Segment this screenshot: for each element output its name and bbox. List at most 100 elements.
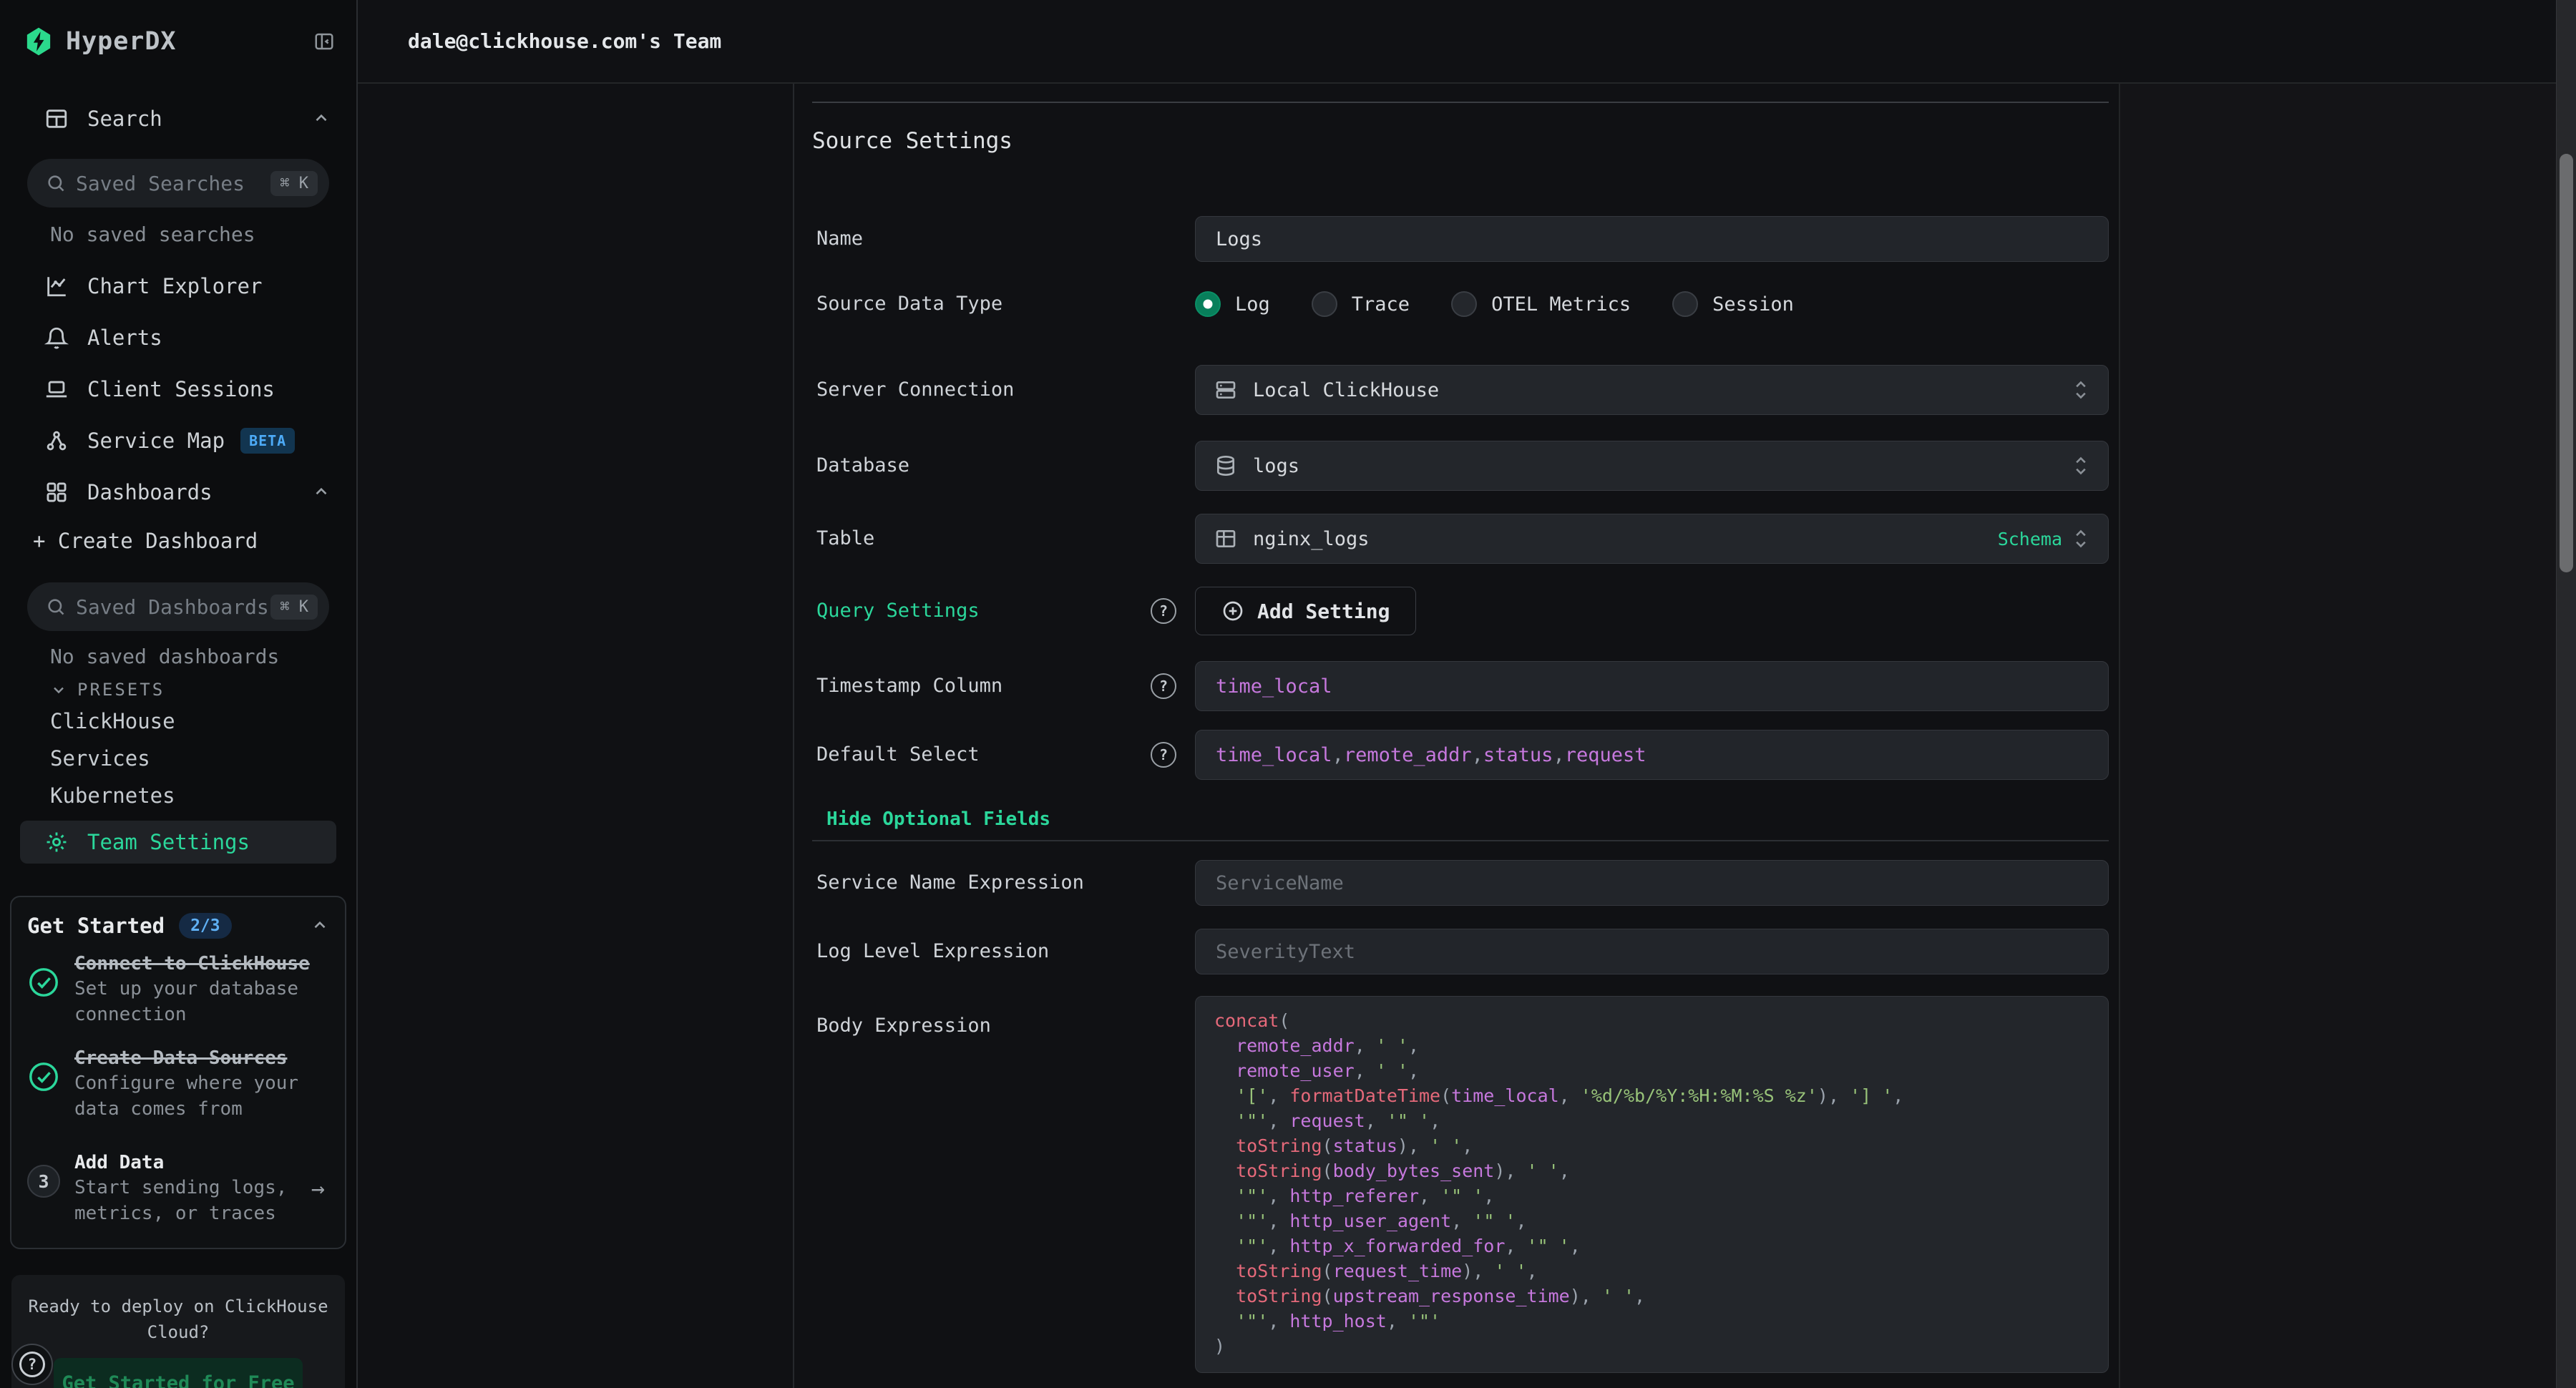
default-select-input[interactable]: time_local, remote_addr, status, request bbox=[1195, 730, 2109, 780]
form-row-table: Table nginx_logs Schema bbox=[812, 514, 2109, 564]
plus-circle-icon bbox=[1221, 600, 1244, 622]
radio-label: Trace bbox=[1352, 293, 1410, 316]
form-row-hide-optional: Hide Optional Fields bbox=[812, 807, 2109, 831]
bell-icon bbox=[44, 326, 69, 350]
scrollbar-thumb[interactable] bbox=[2560, 154, 2573, 572]
get-started-free-button[interactable]: Get Started for Free bbox=[54, 1358, 303, 1388]
server-icon bbox=[1214, 378, 1237, 401]
saved-dashboards-input[interactable]: ⌘ K bbox=[27, 582, 329, 631]
sidebar: HyperDX Search ⌘ K No saved searches bbox=[0, 0, 358, 1388]
form-row-log-level: Log Level Expression bbox=[812, 929, 2109, 974]
page-title: Source Settings bbox=[812, 127, 2109, 155]
service-name-input[interactable] bbox=[1195, 860, 2109, 906]
radio-label: Log bbox=[1235, 293, 1270, 316]
form-row-database: Database logs bbox=[812, 441, 2109, 491]
help-circle-icon[interactable]: ? bbox=[1151, 598, 1176, 624]
radio-option-otel-metrics[interactable]: OTEL Metrics bbox=[1451, 291, 1631, 317]
code-line: ) bbox=[1214, 1334, 2089, 1359]
get-started-header[interactable]: Get Started 2/3 bbox=[27, 912, 329, 940]
top-header: dale@clickhouse.com's Team bbox=[358, 0, 2576, 84]
get-started-title: Get Started bbox=[27, 914, 165, 938]
table-icon bbox=[1214, 527, 1237, 550]
presets-toggle[interactable]: PRESETS bbox=[0, 680, 356, 700]
form-row-default-select: Default Select ? time_local, remote_addr… bbox=[812, 730, 2109, 780]
service-name-label: Service Name Expression bbox=[816, 871, 1084, 895]
sidebar-item-chart-explorer[interactable]: Chart Explorer bbox=[0, 270, 356, 302]
help-circle-icon[interactable]: ? bbox=[1151, 673, 1176, 699]
radio-option-session[interactable]: Session bbox=[1672, 291, 1794, 317]
radio-unselected-icon[interactable] bbox=[1312, 291, 1337, 317]
radio-unselected-icon[interactable] bbox=[1451, 291, 1477, 317]
arrow-right-icon: → bbox=[311, 1175, 329, 1202]
get-started-step-2[interactable]: Create Data Sources Configure where your… bbox=[27, 1046, 329, 1122]
beta-badge: BETA bbox=[240, 428, 295, 454]
search-section-icon bbox=[44, 107, 69, 131]
form-row-timestamp-column: Timestamp Column ? time_local bbox=[812, 661, 2109, 711]
step-number-badge: 3 bbox=[27, 1165, 60, 1198]
source-data-type-radio-group: Log Trace OTEL Metrics Session bbox=[1195, 290, 2109, 318]
search-icon bbox=[46, 597, 66, 617]
main-area: dale@clickhouse.com's Team Source Settin… bbox=[358, 0, 2576, 1388]
step-title: Connect to ClickHouse bbox=[74, 952, 329, 976]
database-select[interactable]: logs bbox=[1195, 441, 2109, 491]
log-level-input[interactable] bbox=[1195, 929, 2109, 974]
hide-optional-fields-link[interactable]: Hide Optional Fields bbox=[826, 807, 1050, 831]
select-chevrons-icon bbox=[2071, 378, 2091, 402]
sidebar-item-label: Search bbox=[87, 107, 162, 131]
get-started-step-1[interactable]: Connect to ClickHouse Set up your databa… bbox=[27, 952, 329, 1027]
gear-icon bbox=[44, 830, 69, 854]
service-map-icon bbox=[44, 429, 69, 453]
page-scrollbar[interactable] bbox=[2556, 0, 2576, 1388]
name-label: Name bbox=[816, 227, 863, 251]
server-connection-select[interactable]: Local ClickHouse bbox=[1195, 365, 2109, 415]
sidebar-item-dashboards[interactable]: Dashboards bbox=[0, 476, 356, 508]
name-input[interactable] bbox=[1195, 216, 2109, 262]
table-select[interactable]: nginx_logs Schema bbox=[1195, 514, 2109, 564]
right-gutter bbox=[2120, 84, 2576, 1388]
sidebar-item-services[interactable]: Services bbox=[0, 746, 356, 771]
sidebar-item-label: Dashboards bbox=[87, 480, 213, 504]
radio-option-trace[interactable]: Trace bbox=[1312, 291, 1410, 317]
radio-selected-icon[interactable] bbox=[1195, 291, 1221, 317]
collapse-sidebar-icon[interactable] bbox=[313, 31, 335, 52]
sidebar-item-service-map[interactable]: Service Map BETA bbox=[0, 425, 356, 456]
logo-row: HyperDX bbox=[0, 0, 356, 57]
schema-link[interactable]: Schema bbox=[1998, 529, 2062, 549]
radio-label: OTEL Metrics bbox=[1491, 293, 1631, 316]
step-title: Create Data Sources bbox=[74, 1046, 329, 1070]
sidebar-item-team-settings[interactable]: Team Settings bbox=[20, 821, 336, 864]
sidebar-item-client-sessions[interactable]: Client Sessions bbox=[0, 373, 356, 405]
saved-searches-input[interactable]: ⌘ K bbox=[27, 159, 329, 207]
dashboards-icon bbox=[44, 480, 69, 504]
default-select-label: Default Select bbox=[816, 743, 980, 767]
step-desc: Set up your database connection bbox=[74, 976, 302, 1027]
sidebar-item-kubernetes[interactable]: Kubernetes bbox=[0, 783, 356, 808]
saved-searches-field[interactable] bbox=[76, 172, 270, 195]
code-line: '[', formatDateTime(time_local, '%d/%b/%… bbox=[1214, 1083, 2089, 1108]
get-started-step-3[interactable]: 3 Add Data Start sending logs, metrics, … bbox=[27, 1150, 329, 1226]
timestamp-column-input[interactable]: time_local bbox=[1195, 661, 2109, 711]
sidebar-item-search[interactable]: Search bbox=[0, 103, 356, 135]
get-started-card: Get Started 2/3 Connect to ClickHouse Se… bbox=[10, 896, 346, 1249]
radio-unselected-icon[interactable] bbox=[1672, 291, 1698, 317]
help-button[interactable]: ? bbox=[11, 1344, 53, 1385]
code-line: '"', http_referer, '" ', bbox=[1214, 1183, 2089, 1208]
sidebar-item-label: Team Settings bbox=[87, 830, 250, 854]
radio-option-log[interactable]: Log bbox=[1195, 291, 1270, 317]
sidebar-item-clickhouse[interactable]: ClickHouse bbox=[0, 708, 356, 734]
saved-dashboards-field[interactable] bbox=[76, 595, 270, 619]
radio-label: Session bbox=[1712, 293, 1794, 316]
select-chevrons-icon bbox=[2071, 527, 2091, 551]
body-expression-editor[interactable]: concat( remote_addr, ' ', remote_user, '… bbox=[1195, 996, 2109, 1373]
source-data-type-label: Source Data Type bbox=[816, 292, 1002, 316]
add-setting-button[interactable]: Add Setting bbox=[1195, 587, 1416, 635]
help-circle-icon[interactable]: ? bbox=[1151, 742, 1176, 768]
sidebar-item-alerts[interactable]: Alerts bbox=[0, 322, 356, 353]
code-line: remote_addr, ' ', bbox=[1214, 1033, 2089, 1058]
add-setting-label: Add Setting bbox=[1257, 600, 1390, 623]
database-label: Database bbox=[816, 454, 909, 478]
code-line: toString(upstream_response_time), ' ', bbox=[1214, 1284, 2089, 1309]
chart-explorer-icon bbox=[44, 274, 69, 298]
create-dashboard-button[interactable]: + Create Dashboard bbox=[0, 528, 356, 554]
form-row-service-name: Service Name Expression bbox=[812, 860, 2109, 906]
